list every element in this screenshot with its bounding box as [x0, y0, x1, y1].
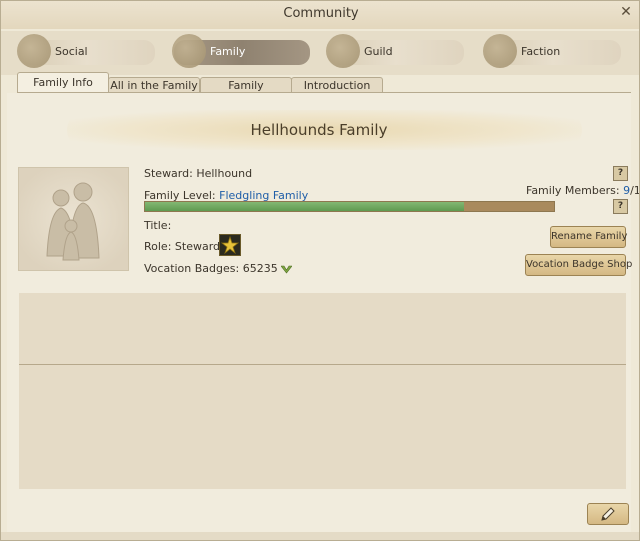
family-portrait: [18, 167, 129, 271]
vocation-badge-icon: [280, 265, 293, 273]
family-name: Hellhounds Family: [250, 121, 388, 139]
guild-emblem-icon: [326, 34, 360, 68]
title-bar[interactable]: Community ✕: [1, 1, 639, 29]
close-icon[interactable]: ✕: [617, 2, 635, 22]
family-members-label: Family Members:: [526, 184, 620, 197]
vocation-badges-label: Vocation Badges:: [144, 262, 240, 275]
edit-button[interactable]: [587, 503, 629, 525]
family-level-progress: [144, 201, 555, 212]
tab-social[interactable]: Social: [17, 34, 155, 68]
tab-social-label: Social: [55, 45, 88, 58]
role-value: Steward: [174, 240, 221, 253]
family-portrait-icon: [46, 182, 100, 261]
family-level-progress-fill: [145, 202, 465, 211]
rename-family-button[interactable]: Rename Family: [550, 226, 627, 248]
family-members-row: Family Members: 9/11: [526, 184, 639, 197]
steward-row: Steward: Hellhound: [144, 167, 252, 180]
role-row: Role: Steward: [144, 240, 220, 253]
title-label: Title:: [144, 219, 172, 232]
role-label: Role:: [144, 240, 172, 253]
family-emblem-icon: [172, 34, 206, 68]
social-emblem-icon: [17, 34, 51, 68]
steward-value: Hellhound: [196, 167, 253, 180]
vocation-badges-row: Vocation Badges: 65235: [144, 262, 293, 275]
vocation-badges-value: 65235: [242, 262, 278, 275]
tab-faction-label: Faction: [521, 45, 561, 58]
tab-guild-label: Guild: [364, 45, 393, 58]
community-window: Community ✕ Social Family Guild Faction …: [0, 0, 640, 541]
category-tabs: Social Family Guild Faction: [1, 31, 639, 75]
tab-family-label: Family: [210, 45, 246, 58]
bottom-bar: [1, 532, 639, 540]
window-title: Community: [283, 6, 359, 21]
panel-divider: [19, 364, 626, 365]
steward-badge-icon: [219, 234, 241, 256]
steward-label: Steward:: [144, 167, 193, 180]
vocation-badge-shop-button[interactable]: Vocation Badge Shop: [525, 254, 632, 276]
steward-help-icon[interactable]: ?: [613, 166, 628, 181]
tab-guild[interactable]: Guild: [326, 34, 464, 68]
level-help-icon[interactable]: ?: [613, 199, 628, 214]
family-members-total: /11: [630, 184, 639, 197]
family-info-panel: Hellhounds Family Steward: Hellhound ? F…: [7, 93, 639, 533]
faction-emblem-icon: [483, 34, 517, 68]
tab-family[interactable]: Family: [172, 34, 310, 68]
pencil-icon: [601, 507, 615, 521]
family-description-panel[interactable]: [19, 293, 626, 489]
tab-faction[interactable]: Faction: [483, 34, 621, 68]
